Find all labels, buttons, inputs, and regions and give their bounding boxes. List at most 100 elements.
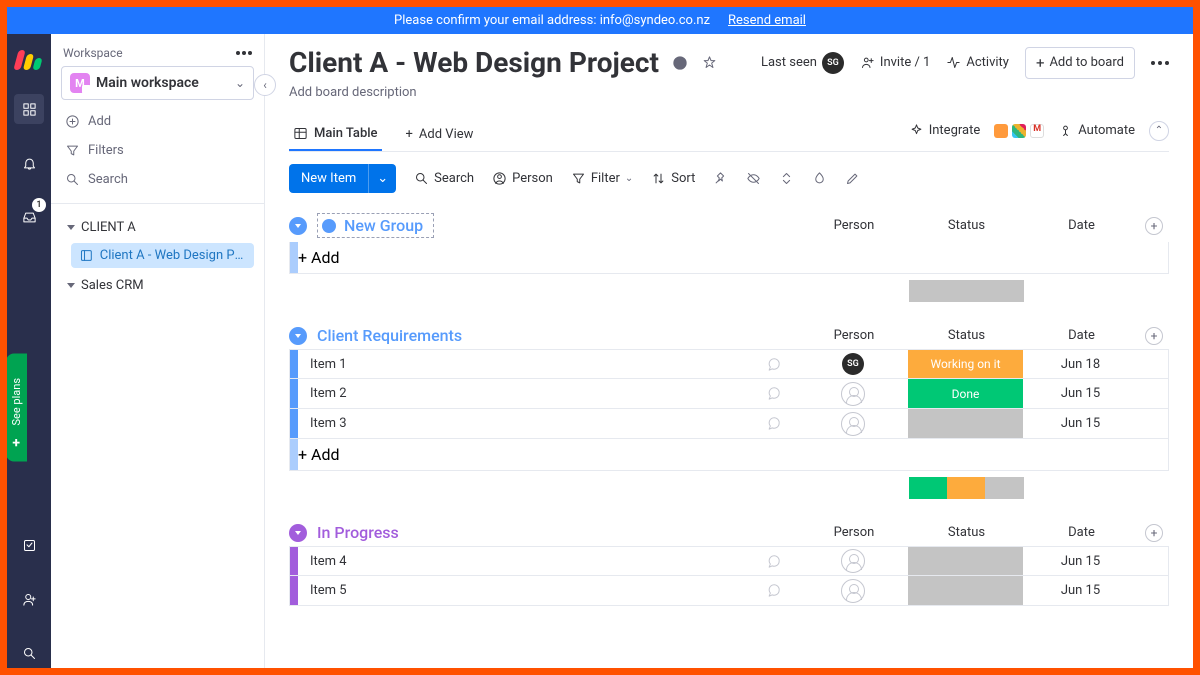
table-row[interactable]: Item 5 Jun 15 (289, 576, 1169, 606)
tree-folder-sales-crm[interactable]: Sales CRM (61, 274, 254, 297)
collapse-header-button[interactable]: ⌃ (1149, 121, 1169, 141)
group-collapse-button[interactable] (289, 524, 307, 542)
conversation-icon[interactable] (748, 416, 798, 431)
group-collapse-button[interactable] (289, 217, 307, 235)
date-cell[interactable]: Jun 15 (1023, 416, 1138, 431)
group-name[interactable]: Client Requirements (317, 326, 462, 345)
automate-button[interactable]: Automate (1058, 123, 1135, 138)
tab-main-table[interactable]: Main Table (289, 118, 382, 151)
person-cell[interactable] (798, 549, 908, 573)
pin-icon[interactable] (713, 171, 728, 186)
integration-icons[interactable] (994, 124, 1044, 138)
board-menu-button[interactable] (1151, 61, 1169, 65)
item-name[interactable]: Item 5 (298, 583, 748, 598)
notifications-icon[interactable] (14, 148, 44, 178)
workspaces-icon[interactable] (14, 94, 44, 124)
banner-text: Please confirm your email address: info@… (394, 13, 710, 28)
status-summary (909, 280, 1024, 302)
color-icon[interactable] (812, 171, 827, 186)
monday-logo-icon (16, 48, 42, 70)
see-plans-button[interactable]: See plans (7, 354, 27, 462)
item-name[interactable]: Item 1 (298, 357, 748, 372)
invite-members-icon[interactable] (14, 584, 44, 614)
integrate-button[interactable]: Integrate (909, 123, 981, 138)
table-row[interactable]: Item 2 DoneJun 15 (289, 379, 1169, 409)
toolbar-sort[interactable]: Sort (651, 171, 695, 186)
conversation-icon[interactable] (748, 357, 798, 372)
group-name-input[interactable]: New Group (317, 213, 434, 238)
invite-button[interactable]: Invite / 1 (860, 55, 930, 70)
date-cell[interactable]: Jun 18 (1023, 357, 1138, 372)
sidebar-add[interactable]: Add (61, 110, 254, 133)
workspace-sidebar: ‹ Workspace M Main workspace ⌄ Add Filte… (51, 34, 265, 668)
conversation-icon[interactable] (748, 583, 798, 598)
person-cell[interactable] (798, 579, 908, 603)
status-cell[interactable]: Working on it (908, 350, 1023, 378)
workspace-avatar: M (70, 73, 90, 93)
status-cell[interactable] (908, 547, 1023, 575)
resend-email-link[interactable]: Resend email (728, 13, 806, 28)
date-cell[interactable]: Jun 15 (1023, 554, 1138, 569)
column-header-date[interactable]: Date (1024, 328, 1139, 343)
person-cell[interactable]: SG (798, 353, 908, 375)
toolbar-person[interactable]: Person (492, 171, 553, 186)
new-item-dropdown[interactable]: ⌄ (368, 164, 396, 193)
group-collapse-button[interactable] (289, 327, 307, 345)
column-header-status[interactable]: Status (909, 525, 1024, 540)
conversation-icon[interactable] (748, 386, 798, 401)
workspace-menu-button[interactable] (236, 51, 252, 55)
column-header-status[interactable]: Status (909, 328, 1024, 343)
last-seen[interactable]: Last seenSG (761, 52, 844, 74)
column-header-person[interactable]: Person (799, 328, 909, 343)
height-icon[interactable] (779, 171, 794, 186)
add-view-button[interactable]: +Add View (402, 119, 478, 150)
chevron-down-icon: ⌄ (235, 76, 245, 90)
sidebar-filters[interactable]: Filters (61, 139, 254, 162)
hide-icon[interactable] (746, 171, 761, 186)
item-name[interactable]: Item 3 (298, 416, 748, 431)
status-cell[interactable] (908, 576, 1023, 605)
table-row[interactable]: Item 4 Jun 15 (289, 546, 1169, 576)
person-cell[interactable] (798, 382, 908, 406)
date-cell[interactable]: Jun 15 (1023, 583, 1138, 598)
workspace-heading: Workspace (63, 46, 123, 60)
my-work-icon[interactable] (14, 530, 44, 560)
group-name[interactable]: In Progress (317, 523, 399, 542)
board-title[interactable]: Client A - Web Design Project (289, 46, 659, 79)
edit-icon[interactable] (845, 171, 860, 186)
sidebar-search[interactable]: Search (61, 168, 254, 191)
column-header-date[interactable]: Date (1024, 218, 1139, 233)
table-row[interactable]: Item 1 SGWorking on itJun 18 (289, 349, 1169, 379)
date-cell[interactable]: Jun 15 (1023, 386, 1138, 401)
status-cell[interactable]: Done (908, 379, 1023, 408)
tree-folder-client-a[interactable]: CLIENT A (61, 216, 254, 239)
add-item-row[interactable]: + Add (289, 439, 1169, 471)
add-to-board-button[interactable]: +Add to board (1025, 47, 1135, 79)
board-description[interactable]: Add board description (289, 85, 1169, 100)
status-cell[interactable] (908, 409, 1023, 438)
conversation-icon[interactable] (748, 554, 798, 569)
column-header-person[interactable]: Person (799, 525, 909, 540)
add-column-button[interactable]: + (1145, 217, 1163, 235)
info-icon[interactable] (671, 55, 689, 71)
item-name[interactable]: Item 4 (298, 554, 748, 569)
column-header-person[interactable]: Person (799, 218, 909, 233)
person-cell[interactable] (798, 412, 908, 436)
star-icon[interactable] (701, 55, 719, 70)
left-rail: 1 See plans (7, 34, 51, 668)
search-everything-icon[interactable] (14, 638, 44, 668)
workspace-selector[interactable]: M Main workspace ⌄ (61, 66, 254, 100)
column-header-date[interactable]: Date (1024, 525, 1139, 540)
inbox-icon[interactable]: 1 (14, 202, 44, 232)
toolbar-filter[interactable]: Filter⌄ (571, 171, 633, 186)
toolbar-search[interactable]: Search (414, 171, 474, 186)
add-column-button[interactable]: + (1145, 524, 1163, 542)
add-column-button[interactable]: + (1145, 327, 1163, 345)
add-item-row[interactable]: + Add (289, 242, 1169, 274)
activity-button[interactable]: Activity (946, 55, 1009, 70)
table-row[interactable]: Item 3 Jun 15 (289, 409, 1169, 439)
item-name[interactable]: Item 2 (298, 386, 748, 401)
new-item-button[interactable]: New Item⌄ (289, 164, 396, 193)
tree-board-client-a[interactable]: Client A - Web Design Pr... (71, 243, 254, 268)
column-header-status[interactable]: Status (909, 218, 1024, 233)
